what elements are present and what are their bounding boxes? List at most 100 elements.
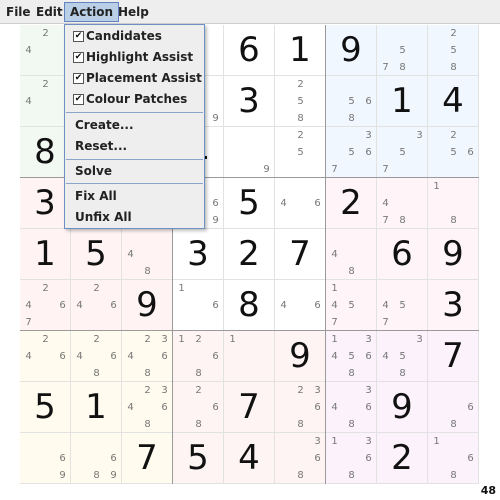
- grid-cell[interactable]: 7: [224, 382, 275, 433]
- grid-cell[interactable]: 1 3 68: [326, 433, 377, 484]
- grid-cell[interactable]: 69: [20, 433, 71, 484]
- grid-cell[interactable]: 23 4 68: [122, 382, 173, 433]
- grid-cell[interactable]: 1: [275, 25, 326, 76]
- cell-value: 2: [238, 234, 260, 274]
- grid-cell[interactable]: 568: [326, 76, 377, 127]
- menu-item-label: Candidates: [86, 29, 162, 43]
- grid-cell[interactable]: 7: [428, 331, 479, 382]
- candidate-digit: 4: [331, 249, 338, 260]
- grid-cell[interactable]: 9: [428, 229, 479, 280]
- menu-item-fix-all[interactable]: Fix All: [66, 187, 203, 206]
- grid-cell[interactable]: 9: [122, 280, 173, 331]
- menu-item-create[interactable]: Create...: [66, 116, 203, 135]
- grid-cell[interactable]: 9: [275, 331, 326, 382]
- grid-cell[interactable]: 3: [224, 76, 275, 127]
- grid-cell[interactable]: 2 56: [428, 127, 479, 178]
- grid-cell[interactable]: 9: [224, 127, 275, 178]
- grid-cell[interactable]: 24 6: [71, 280, 122, 331]
- grid-cell[interactable]: 48: [122, 229, 173, 280]
- candidate-digit: 8: [195, 419, 202, 430]
- grid-cell[interactable]: 23 4 68: [122, 331, 173, 382]
- grid-cell[interactable]: 25: [275, 127, 326, 178]
- candidate-digit: 3: [365, 385, 372, 396]
- grid-cell[interactable]: 1: [71, 382, 122, 433]
- grid-cell[interactable]: 356 7: [326, 127, 377, 178]
- grid-cell[interactable]: 2: [326, 178, 377, 229]
- grid-cell[interactable]: 1: [20, 229, 71, 280]
- cell-value: 9: [442, 234, 464, 274]
- grid-cell[interactable]: 2 5 8: [275, 76, 326, 127]
- grid-cell[interactable]: 6: [224, 25, 275, 76]
- grid-cell[interactable]: 8: [224, 280, 275, 331]
- menu-action[interactable]: Action: [64, 2, 120, 22]
- grid-cell[interactable]: 4: [224, 433, 275, 484]
- grid-cell[interactable]: 5: [224, 178, 275, 229]
- grid-cell[interactable]: 3: [173, 229, 224, 280]
- grid-cell[interactable]: 4 78: [377, 178, 428, 229]
- menu-item-unfix-all[interactable]: Unfix All: [66, 208, 203, 227]
- grid-cell[interactable]: 457: [377, 280, 428, 331]
- grid-cell[interactable]: 24 6 7: [20, 280, 71, 331]
- candidate-digit: 3: [314, 385, 321, 396]
- grid-cell[interactable]: 1 457: [326, 280, 377, 331]
- grid-cell[interactable]: 268: [173, 382, 224, 433]
- grid-cell[interactable]: 7: [122, 433, 173, 484]
- grid-cell[interactable]: 2 5 8: [428, 25, 479, 76]
- grid-cell[interactable]: 1268: [173, 331, 224, 382]
- grid-cell[interactable]: 4: [428, 76, 479, 127]
- menu-edit[interactable]: Edit: [31, 2, 68, 22]
- cell-value: 2: [391, 438, 413, 478]
- grid-cell[interactable]: 1 3 4568: [326, 331, 377, 382]
- candidate-digit: 6: [110, 453, 117, 464]
- candidate-digit: 6: [110, 300, 117, 311]
- grid-cell[interactable]: 68: [428, 382, 479, 433]
- candidate-digit: 2: [93, 283, 100, 294]
- grid-cell[interactable]: 3 45 8: [377, 331, 428, 382]
- grid-cell[interactable]: 5: [20, 382, 71, 433]
- grid-cell[interactable]: 1: [224, 331, 275, 382]
- candidate-digit: 5: [348, 300, 355, 311]
- grid-cell[interactable]: 7: [275, 229, 326, 280]
- grid-cell[interactable]: 24 6: [20, 331, 71, 382]
- grid-cell[interactable]: 46: [275, 178, 326, 229]
- grid-cell[interactable]: 3: [428, 280, 479, 331]
- grid-cell[interactable]: 23 68: [275, 382, 326, 433]
- grid-cell[interactable]: 578: [377, 25, 428, 76]
- menu-item-placement-assist[interactable]: ✔ Placement Assist: [66, 69, 203, 88]
- menu-item-highlight-assist[interactable]: ✔ Highlight Assist: [66, 48, 203, 67]
- grid-cell[interactable]: 2: [224, 229, 275, 280]
- menu-item-solve[interactable]: Solve: [66, 162, 203, 181]
- candidate-digit: 8: [144, 419, 151, 430]
- grid-cell[interactable]: 2: [377, 433, 428, 484]
- checkbox-icon: ✔: [73, 73, 84, 84]
- candidate-digit: 4: [25, 300, 32, 311]
- grid-cell[interactable]: 1: [377, 76, 428, 127]
- grid-cell[interactable]: 48: [326, 229, 377, 280]
- grid-cell[interactable]: 24 68: [71, 331, 122, 382]
- menu-help[interactable]: Help: [113, 2, 154, 22]
- grid-cell[interactable]: 9: [326, 25, 377, 76]
- menu-item-reset[interactable]: Reset...: [66, 137, 203, 156]
- grid-cell[interactable]: 689: [71, 433, 122, 484]
- cell-value: 2: [340, 183, 362, 223]
- candidate-digit: 6: [365, 147, 372, 158]
- grid-cell[interactable]: 3 4 68: [326, 382, 377, 433]
- grid-cell[interactable]: 6: [377, 229, 428, 280]
- grid-cell[interactable]: 3 68: [275, 433, 326, 484]
- grid-cell[interactable]: 9: [377, 382, 428, 433]
- cell-value: 3: [442, 285, 464, 325]
- grid-cell[interactable]: 18: [428, 178, 479, 229]
- menu-item-colour-patches[interactable]: ✔ Colour Patches: [66, 90, 203, 109]
- candidate-digit: 2: [297, 130, 304, 141]
- grid-cell[interactable]: 5: [71, 229, 122, 280]
- cell-value: 5: [238, 183, 260, 223]
- candidate-digit: 3: [416, 334, 423, 345]
- menu-item-candidates[interactable]: ✔ Candidates: [66, 27, 203, 46]
- grid-cell[interactable]: 357: [377, 127, 428, 178]
- grid-cell[interactable]: 16: [173, 280, 224, 331]
- grid-cell[interactable]: 1 68: [428, 433, 479, 484]
- grid-cell[interactable]: 5: [173, 433, 224, 484]
- cell-value: 9: [136, 285, 158, 325]
- candidate-digit: 3: [314, 436, 321, 447]
- grid-cell[interactable]: 46: [275, 280, 326, 331]
